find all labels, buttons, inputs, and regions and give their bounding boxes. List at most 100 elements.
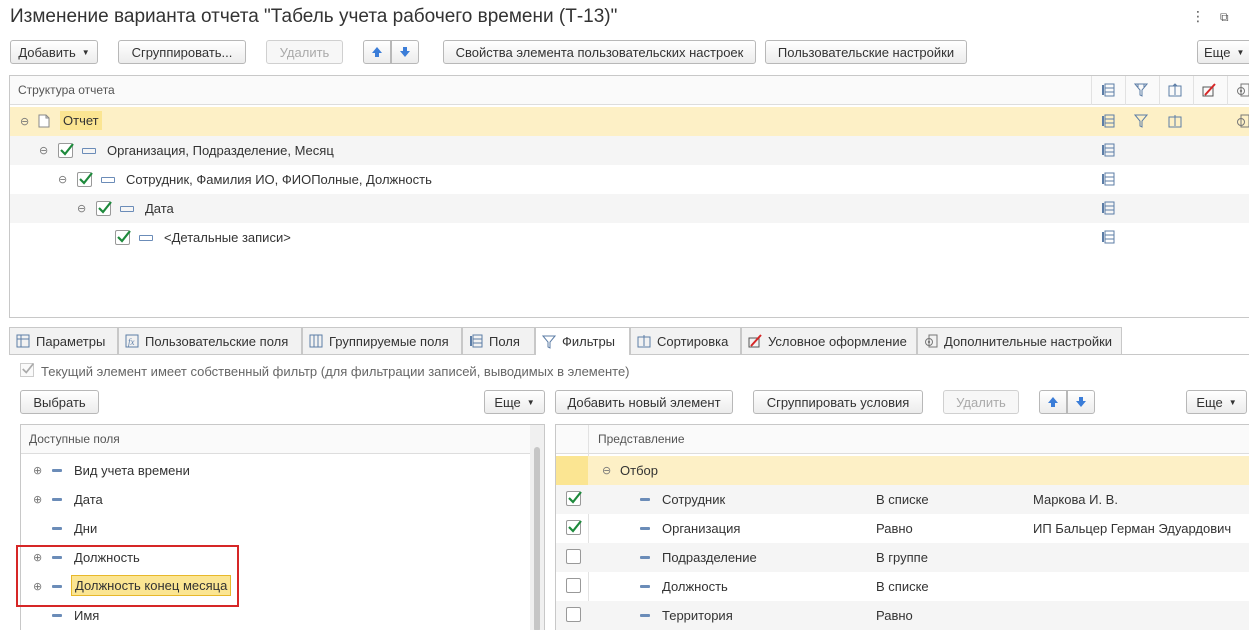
filter-condition[interactable]: В группе — [876, 550, 928, 565]
filter-column-icon[interactable] — [1134, 83, 1148, 97]
field-item[interactable]: ⊕ Дата — [21, 485, 544, 514]
filter-root-row[interactable]: ⊖ Отбор — [556, 456, 1249, 485]
move-up-button[interactable] — [1039, 390, 1067, 414]
add-new-element-button[interactable]: Добавить новый элемент — [555, 390, 733, 414]
move-down-button[interactable] — [391, 40, 419, 64]
restore-window-icon[interactable]: ⧉ — [1220, 10, 1229, 25]
arrow-down-icon — [1076, 397, 1086, 407]
column-divider — [1091, 76, 1092, 105]
filter-row[interactable]: Организация Равно ИП Бальцер Герман Эдуа… — [556, 514, 1249, 543]
field-icon — [52, 527, 62, 530]
filter-condition[interactable]: Равно — [876, 608, 913, 623]
filter-column-icon[interactable] — [1134, 114, 1148, 128]
more-button[interactable]: Еще ▼ — [1197, 40, 1249, 64]
grouping-icon — [139, 235, 153, 241]
collapse-icon[interactable]: ⊖ — [602, 464, 611, 477]
fields-column-icon[interactable] — [1101, 230, 1115, 244]
row-checkbox[interactable] — [58, 143, 74, 158]
move-up-button[interactable] — [363, 40, 391, 64]
structure-row-label: Отчет — [60, 111, 102, 130]
collapse-icon[interactable]: ⊖ — [58, 173, 67, 186]
element-properties-button[interactable]: Свойства элемента пользовательских настр… — [443, 40, 756, 64]
svg-text:fx: fx — [128, 337, 135, 347]
structure-row-detail[interactable]: <Детальные записи> — [10, 223, 1249, 252]
tab-additional-settings[interactable]: Дополнительные настройки — [917, 327, 1122, 354]
tab-fields[interactable]: Поля — [462, 327, 535, 354]
row-checkbox[interactable] — [77, 172, 93, 187]
filter-condition[interactable]: В списке — [876, 492, 929, 507]
fields-column-icon[interactable] — [1101, 143, 1115, 157]
structure-row-group[interactable]: ⊖ Дата — [10, 194, 1249, 223]
more-menu-icon[interactable]: ⋮ — [1191, 8, 1205, 25]
move-down-button[interactable] — [1067, 390, 1095, 414]
filter-value[interactable]: ИП Бальцер Герман Эдуардович — [1033, 521, 1231, 536]
dropdown-arrow-icon: ▼ — [1236, 47, 1245, 57]
dropdown-arrow-icon: ▼ — [81, 47, 90, 57]
filter-checkbox[interactable] — [566, 607, 581, 622]
sort-column-icon[interactable] — [1168, 83, 1182, 97]
field-label: Дата — [74, 492, 103, 507]
filter-field: Территория — [662, 608, 733, 623]
check-icon — [98, 201, 112, 214]
field-icon — [52, 469, 62, 472]
tab-filters[interactable]: Фильтры — [535, 327, 630, 355]
filter-checkbox[interactable] — [566, 578, 581, 593]
filter-row[interactable]: Территория Равно — [556, 601, 1249, 630]
own-filter-checkbox[interactable] — [20, 363, 34, 377]
field-label: Дни — [74, 521, 98, 536]
filter-row[interactable]: Подразделение В группе — [556, 543, 1249, 572]
tab-user-fields[interactable]: fx Пользовательские поля — [118, 327, 302, 354]
right-more-button[interactable]: Еще ▼ — [1186, 390, 1247, 414]
row-checkbox[interactable] — [115, 230, 131, 245]
tab-label: Группируемые поля — [329, 333, 449, 349]
tab-parameters[interactable]: Параметры — [9, 327, 118, 354]
filter-checkbox[interactable] — [566, 491, 582, 506]
structure-row-report[interactable]: ⊖ Отчет — [10, 107, 1249, 136]
group-conditions-button[interactable]: Сгруппировать условия — [753, 390, 923, 414]
expand-icon[interactable]: ⊕ — [33, 493, 42, 506]
field-item[interactable]: ⊕ Вид учета времени — [21, 456, 544, 485]
delete-button[interactable]: Удалить — [266, 40, 343, 64]
filter-row[interactable]: Сотрудник В списке Маркова И. В. — [556, 485, 1249, 514]
filter-condition[interactable]: В списке — [876, 579, 929, 594]
check-icon — [79, 172, 93, 185]
filter-row[interactable]: Должность В списке — [556, 572, 1249, 601]
left-more-button[interactable]: Еще ▼ — [484, 390, 545, 414]
select-button[interactable]: Выбрать — [20, 390, 99, 414]
grouping-icon — [82, 148, 96, 154]
add-button[interactable]: Добавить ▼ — [10, 40, 98, 64]
field-item[interactable]: Дни — [21, 514, 544, 543]
row-checkbox[interactable] — [96, 201, 112, 216]
more-label: Еще — [1196, 394, 1223, 410]
fields-column-icon[interactable] — [1101, 201, 1115, 215]
field-icon — [52, 614, 62, 617]
settings-column-icon[interactable] — [1236, 114, 1249, 128]
expand-icon[interactable]: ⊕ — [33, 464, 42, 477]
group-button[interactable]: Сгруппировать... — [118, 40, 246, 64]
settings-column-icon[interactable] — [1236, 83, 1249, 97]
fields-column-icon[interactable] — [1101, 114, 1115, 128]
conditional-format-column-icon[interactable] — [1202, 83, 1216, 97]
filter-checkbox[interactable] — [566, 520, 582, 535]
filter-checkbox[interactable] — [566, 549, 581, 564]
sort-column-icon[interactable] — [1168, 114, 1182, 128]
tab-label: Поля — [489, 333, 520, 349]
collapse-icon[interactable]: ⊖ — [39, 144, 48, 157]
column-divider — [1193, 76, 1194, 105]
user-settings-button[interactable]: Пользовательские настройки — [765, 40, 967, 64]
tab-sorting[interactable]: Сортировка — [630, 327, 741, 354]
filters-header: Представление — [556, 425, 1249, 454]
collapse-icon[interactable]: ⊖ — [77, 202, 86, 215]
structure-row-group[interactable]: ⊖ Организация, Подразделение, Месяц — [10, 136, 1249, 165]
fields-column-icon[interactable] — [1101, 172, 1115, 186]
collapse-icon[interactable]: ⊖ — [20, 115, 29, 128]
available-fields-header: Доступные поля — [21, 425, 544, 454]
tab-conditional-format[interactable]: Условное оформление — [741, 327, 917, 354]
right-delete-button[interactable]: Удалить — [943, 390, 1019, 414]
own-filter-label: Текущий элемент имеет собственный фильтр… — [41, 364, 630, 379]
filter-condition[interactable]: Равно — [876, 521, 913, 536]
tab-groupable-fields[interactable]: Группируемые поля — [302, 327, 462, 354]
fields-column-icon[interactable] — [1101, 83, 1115, 97]
structure-row-group[interactable]: ⊖ Сотрудник, Фамилия ИО, ФИОПолные, Долж… — [10, 165, 1249, 194]
filter-value[interactable]: Маркова И. В. — [1033, 492, 1118, 507]
